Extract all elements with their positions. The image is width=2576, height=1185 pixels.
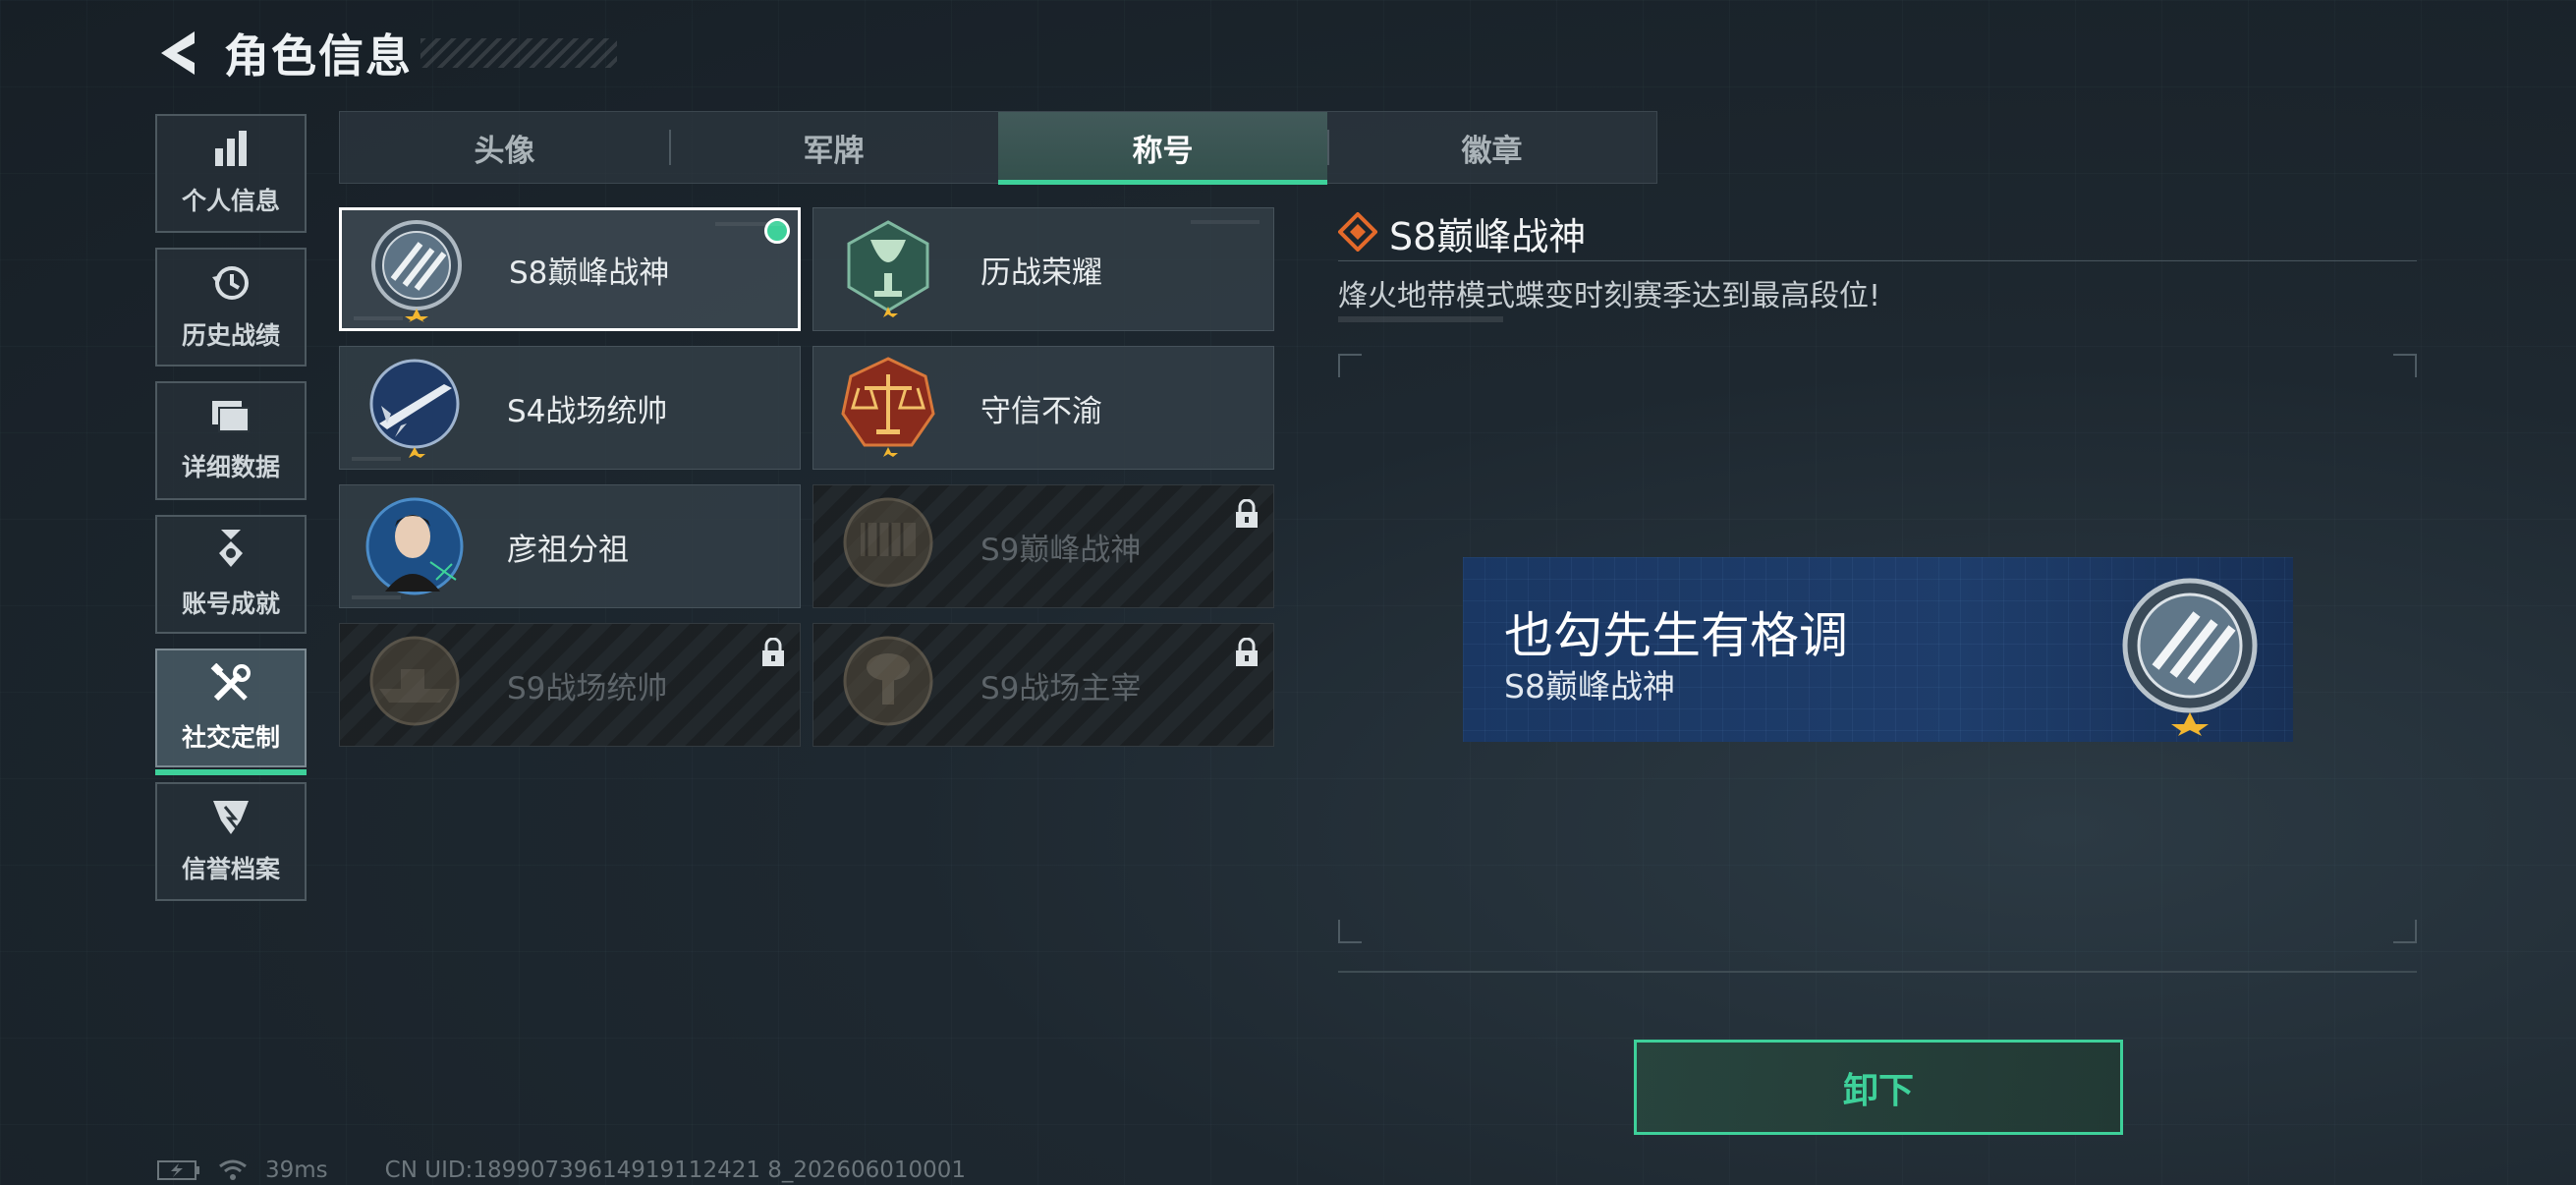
title-card-locked[interactable]: S9巅峰战神 xyxy=(812,484,1274,608)
detail-description: 烽火地带模式蝶变时刻赛季达到最高段位! xyxy=(1338,279,1881,313)
card-title-name: S4战场统帅 xyxy=(507,393,668,429)
scales-emblem-icon xyxy=(835,355,941,461)
title-card-grid: S8巅峰战神 历战荣耀 S4战场统帅 守信不渝 彦祖分祖 S9巅峰战神 S9战场… xyxy=(339,207,1274,747)
card-title-name: S8巅峰战神 xyxy=(509,254,670,291)
unequip-button[interactable]: 卸下 xyxy=(1634,1040,2123,1135)
card-title-name: S9战场统帅 xyxy=(507,670,668,706)
card-title-name: 彦祖分祖 xyxy=(507,532,629,568)
trophy-emblem-icon xyxy=(835,216,941,322)
title-card-locked[interactable]: S9战场主宰 xyxy=(812,623,1274,747)
title-preview-banner: 也勾先生有格调 S8巅峰战神 xyxy=(1463,557,2293,742)
title-card[interactable]: 守信不渝 xyxy=(812,346,1274,470)
bar-chart-icon xyxy=(211,130,251,172)
history-clock-icon xyxy=(210,263,252,307)
sidebar-item-social-customize[interactable]: 社交定制 xyxy=(155,649,307,775)
sidebar-item-history[interactable]: 历史战绩 xyxy=(155,248,307,367)
s9-explosion-emblem-icon xyxy=(835,632,941,738)
sidebar-item-achievements[interactable]: 账号成就 xyxy=(155,515,307,634)
sidebar-item-detailed-data[interactable]: 详细数据 xyxy=(155,381,307,500)
preview-divider xyxy=(1338,971,2417,973)
frame-corner xyxy=(1338,354,1362,377)
frame-corner xyxy=(1338,920,1362,943)
uid-text: CN UID:18990739614919112421 8_2026060100… xyxy=(384,1157,967,1183)
diamond-icon xyxy=(1337,210,1378,255)
folders-icon xyxy=(210,399,252,438)
reputation-icon xyxy=(211,799,251,840)
s8-peak-emblem-icon xyxy=(364,216,470,322)
card-title-name: S9巅峰战神 xyxy=(980,532,1142,568)
tab-dog-tag[interactable]: 军牌 xyxy=(669,112,998,183)
title-card[interactable]: S8巅峰战神 xyxy=(339,207,801,331)
title-card[interactable]: 彦祖分祖 xyxy=(339,484,801,608)
wifi-icon xyxy=(218,1158,248,1182)
status-bar: 39ms CN UID:18990739614919112421 8_20260… xyxy=(157,1156,983,1185)
banner-title: S8巅峰战神 xyxy=(1504,667,1675,705)
s9-dam-emblem-icon xyxy=(835,493,941,599)
page-title: 角色信息 xyxy=(224,29,413,83)
s8-peak-emblem-icon xyxy=(2106,569,2273,736)
category-tabs: 头像 军牌 称号 徽章 xyxy=(339,111,1657,185)
sidebar-nav: 个人信息 历史战绩 详细数据 账号成就 社交定制 信誉档案 xyxy=(155,114,307,916)
card-title-name: S9战场主宰 xyxy=(980,670,1142,706)
sidebar-item-label: 详细数据 xyxy=(181,452,280,481)
back-arrow-icon[interactable] xyxy=(155,26,204,81)
page-header: 角色信息 xyxy=(155,24,617,83)
unequip-button-label: 卸下 xyxy=(1842,1070,1914,1111)
card-decoration xyxy=(715,222,784,226)
s9-ship-emblem-icon xyxy=(362,632,468,738)
card-decoration xyxy=(352,595,401,599)
title-decoration xyxy=(420,38,617,68)
sidebar-item-label: 信誉档案 xyxy=(181,854,280,883)
title-card[interactable]: S4战场统帅 xyxy=(339,346,801,470)
portrait-emblem-icon xyxy=(362,493,468,599)
sidebar-item-label: 账号成就 xyxy=(181,589,280,618)
sidebar-item-personal-info[interactable]: 个人信息 xyxy=(155,114,307,233)
lock-icon xyxy=(1234,498,1260,529)
sidebar-item-reputation[interactable]: 信誉档案 xyxy=(155,782,307,901)
tab-title[interactable]: 称号 xyxy=(998,112,1327,185)
tab-avatar[interactable]: 头像 xyxy=(340,112,669,183)
card-title-name: 历战荣耀 xyxy=(980,254,1102,291)
card-decoration xyxy=(1191,220,1260,224)
ping-value: 39ms xyxy=(265,1157,328,1183)
lock-icon xyxy=(760,637,786,667)
missile-emblem-icon xyxy=(362,355,468,461)
tab-badge[interactable]: 徽章 xyxy=(1327,112,1656,183)
card-decoration xyxy=(352,457,401,461)
medal-icon xyxy=(213,529,249,575)
sidebar-item-label: 历史战绩 xyxy=(181,320,280,350)
card-decoration xyxy=(354,316,403,320)
title-card[interactable]: 历战荣耀 xyxy=(812,207,1274,331)
detail-title: S8巅峰战神 xyxy=(1389,215,1587,258)
banner-player-name: 也勾先生有格调 xyxy=(1504,607,1848,664)
frame-corner xyxy=(2393,920,2417,943)
sidebar-item-label: 个人信息 xyxy=(181,186,280,215)
frame-corner xyxy=(2393,354,2417,377)
title-card-locked[interactable]: S9战场统帅 xyxy=(339,623,801,747)
detail-subtext-decoration xyxy=(1338,316,1503,322)
card-title-name: 守信不渝 xyxy=(980,393,1102,429)
sidebar-item-label: 社交定制 xyxy=(181,722,280,752)
tools-icon xyxy=(210,662,252,708)
battery-icon xyxy=(157,1159,200,1181)
detail-header: S8巅峰战神 xyxy=(1337,206,2417,261)
lock-icon xyxy=(1234,637,1260,667)
